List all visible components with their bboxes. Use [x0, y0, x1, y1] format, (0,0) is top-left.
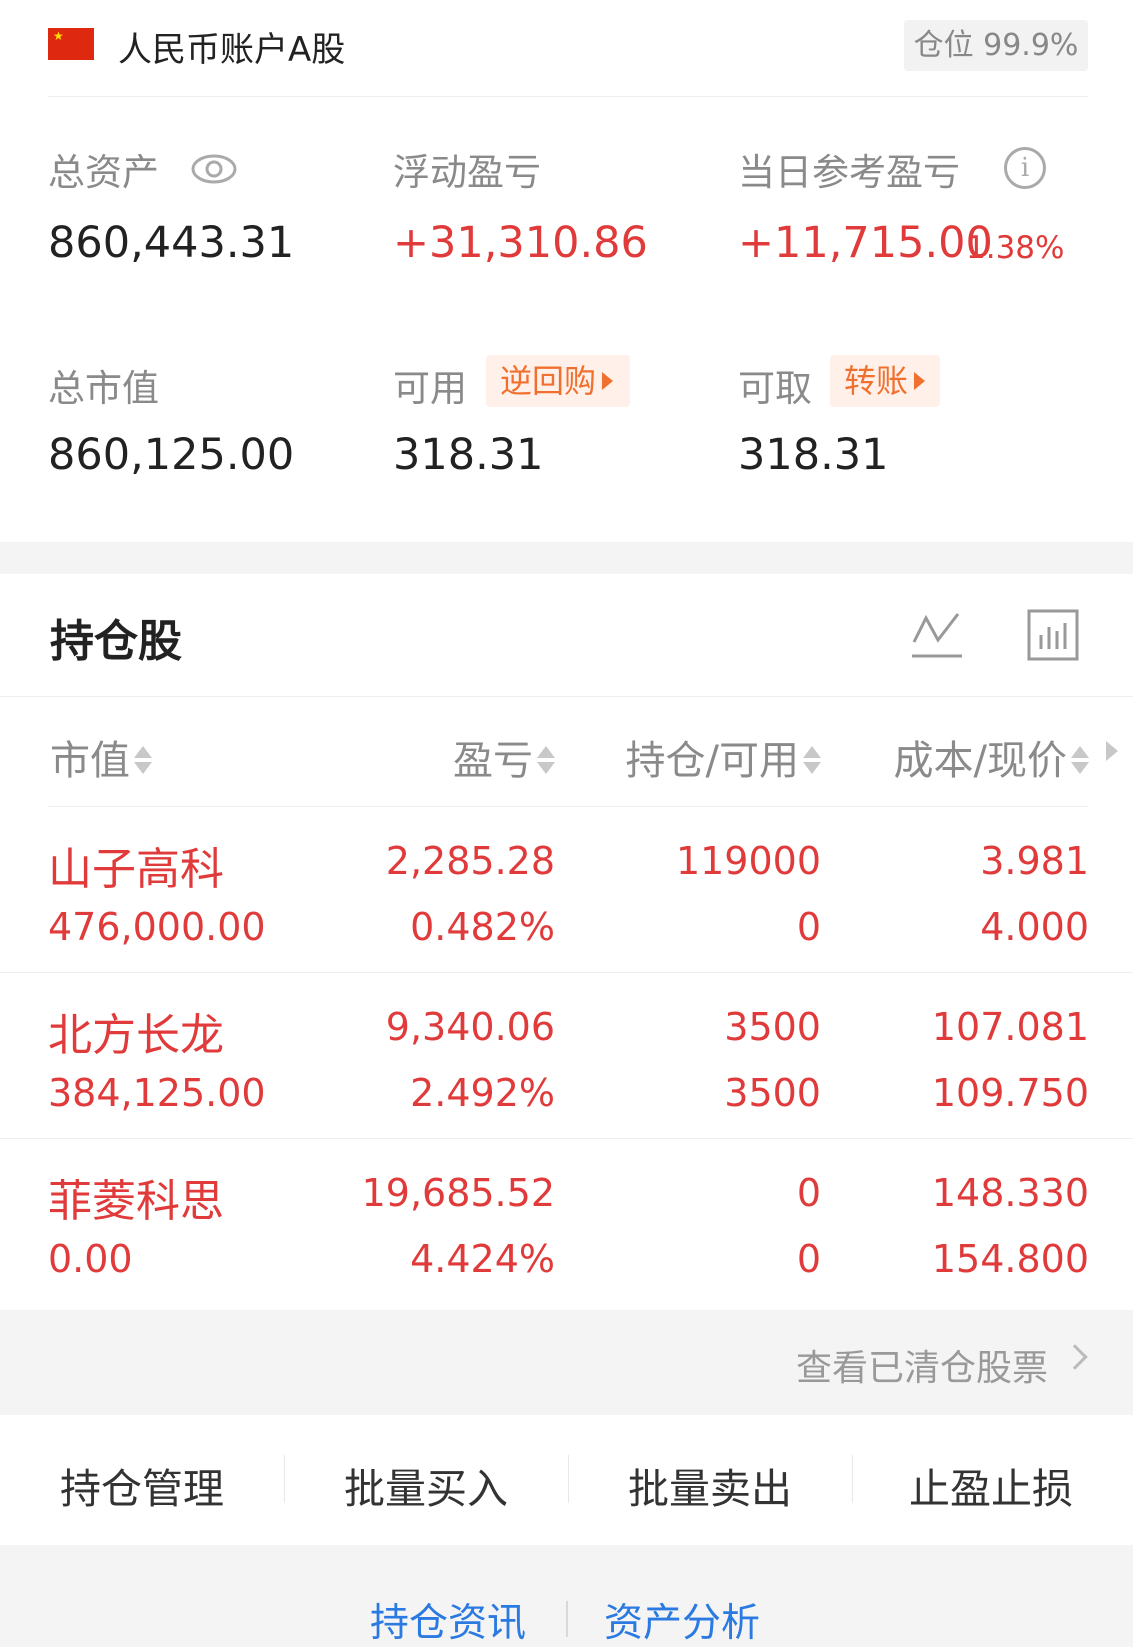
market-value-label: 总市值 — [48, 367, 159, 410]
stock-price: 154.800 — [931, 1237, 1089, 1281]
position-badge: 仓位 99.9% — [904, 20, 1088, 71]
stock-cost: 107.081 — [931, 1005, 1089, 1049]
stock-cost: 3.981 — [980, 839, 1089, 883]
sort-icon — [1071, 744, 1089, 776]
floating-pl-label: 浮动盈亏 — [393, 151, 541, 194]
col-label: 盈亏 — [453, 738, 533, 784]
stock-pl: 19,685.52 — [361, 1171, 555, 1215]
floating-pl-value: +31,310.86 — [393, 218, 648, 268]
market-value-value: 860,125.00 — [48, 430, 295, 480]
stock-position: 0 — [796, 1171, 821, 1215]
separator — [566, 1601, 568, 1637]
batch-sell-button[interactable]: 批量卖出 — [568, 1455, 852, 1515]
divider — [48, 96, 1088, 97]
stock-market-value: 476,000.00 — [48, 905, 266, 949]
stock-available: 3500 — [724, 1071, 821, 1115]
section-gap — [0, 542, 1133, 574]
account-title[interactable]: 人民币账户A股 — [118, 22, 345, 71]
table-row[interactable]: 山子高科 476,000.00 2,285.28 0.482% 119000 0… — [0, 807, 1133, 973]
col-label: 市值 — [50, 738, 130, 784]
info-icon[interactable]: i — [1004, 147, 1046, 189]
daily-pl-pct: 1.38% — [966, 230, 1065, 266]
stock-market-value: 0.00 — [48, 1237, 133, 1281]
take-profit-stop-loss-button[interactable]: 止盈止损 — [849, 1455, 1133, 1515]
stock-market-value: 384,125.00 — [48, 1071, 266, 1115]
stock-available: 0 — [796, 905, 821, 949]
line-chart-icon[interactable] — [910, 610, 964, 660]
withdrawable-label: 可取 — [738, 367, 812, 410]
available-label: 可用 — [393, 367, 467, 410]
holdings-title: 持仓股 — [50, 616, 182, 667]
col-label: 成本/现价 — [893, 738, 1067, 784]
stock-pl-pct: 2.492% — [410, 1071, 555, 1115]
stock-name: 北方长龙 — [48, 1010, 224, 1061]
withdrawable-value: 318.31 — [738, 430, 889, 480]
position-management-button[interactable]: 持仓管理 — [0, 1455, 284, 1515]
bar-chart-icon[interactable] — [1027, 609, 1079, 661]
cleared-stocks-link[interactable]: 查看已清仓股票 — [796, 1339, 1048, 1391]
table-row[interactable]: 菲菱科思 0.00 19,685.52 4.424% 0 0 148.330 1… — [0, 1139, 1133, 1305]
stock-pl-pct: 0.482% — [410, 905, 555, 949]
china-flag-icon: ★ — [48, 28, 94, 60]
sort-icon — [537, 744, 555, 776]
table-row[interactable]: 北方长龙 384,125.00 9,340.06 2.492% 3500 350… — [0, 973, 1133, 1139]
reverse-repo-label: 逆回购 — [500, 362, 597, 400]
reverse-repo-button[interactable]: 逆回购 — [486, 355, 630, 407]
daily-pl-label: 当日参考盈亏 — [738, 151, 960, 194]
holdings-news-link[interactable]: 持仓资讯 — [370, 1592, 526, 1647]
total-assets-value: 860,443.31 — [48, 218, 295, 268]
asset-analysis-link[interactable]: 资产分析 — [604, 1592, 760, 1647]
triangle-right-icon — [914, 372, 926, 390]
triangle-right-icon — [602, 372, 614, 390]
batch-buy-button[interactable]: 批量买入 — [284, 1455, 568, 1515]
stock-available: 0 — [796, 1237, 821, 1281]
sort-icon — [803, 744, 821, 776]
stock-cost: 148.330 — [931, 1171, 1089, 1215]
scroll-right-icon[interactable] — [1106, 741, 1118, 761]
stock-position: 3500 — [724, 1005, 821, 1049]
divider — [0, 696, 1133, 697]
col-position[interactable]: 持仓/可用 — [626, 728, 821, 786]
stock-pl: 9,340.06 — [385, 1005, 555, 1049]
stock-price: 4.000 — [980, 905, 1089, 949]
daily-pl-value: +11,715.00 — [738, 218, 993, 268]
col-cost-price[interactable]: 成本/现价 — [894, 728, 1089, 786]
transfer-label: 转账 — [844, 362, 909, 400]
stock-name: 山子高科 — [48, 844, 224, 895]
total-assets-label: 总资产 — [48, 151, 159, 194]
stock-position: 119000 — [675, 839, 821, 883]
stock-name: 菲菱科思 — [48, 1176, 224, 1227]
stock-pl: 2,285.28 — [385, 839, 555, 883]
stock-price: 109.750 — [931, 1071, 1089, 1115]
available-value: 318.31 — [393, 430, 544, 480]
col-market-value[interactable]: 市值 — [50, 728, 152, 786]
col-label: 持仓/可用 — [625, 738, 799, 784]
col-pl[interactable]: 盈亏 — [453, 728, 555, 786]
stock-pl-pct: 4.424% — [410, 1237, 555, 1281]
eye-icon[interactable] — [190, 152, 238, 186]
transfer-button[interactable]: 转账 — [830, 355, 940, 407]
sort-icon — [134, 744, 152, 776]
